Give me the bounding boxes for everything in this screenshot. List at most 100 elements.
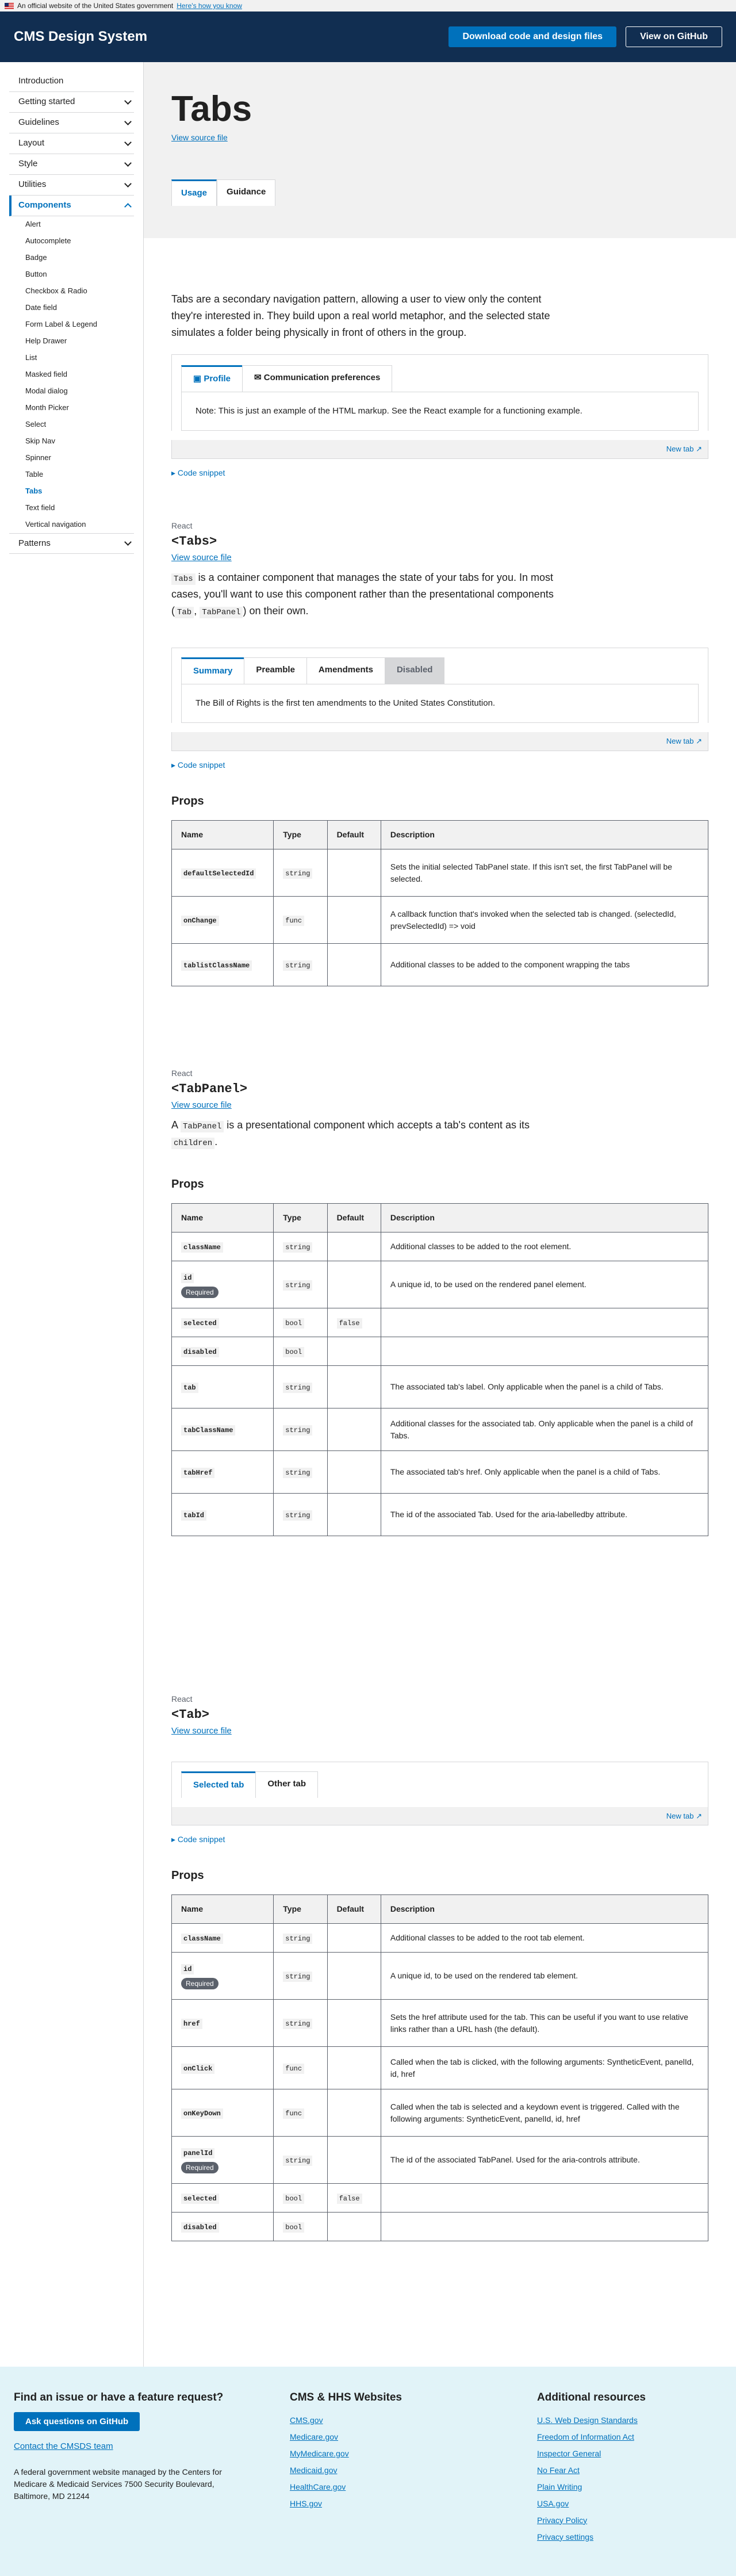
panel-props-table: Name Type Default Description className strin… bbox=[171, 1203, 709, 1536]
site-brand[interactable]: CMS Design System bbox=[14, 26, 147, 47]
prop-type: bool bbox=[283, 1347, 305, 1357]
prop-name: selected bbox=[181, 1318, 219, 1329]
footer-link[interactable]: Medicare.gov bbox=[290, 2429, 503, 2445]
sidebar-item-autocomplete[interactable]: Autocomplete bbox=[9, 233, 134, 250]
prop-type-cell: string bbox=[273, 2136, 328, 2184]
tab-other[interactable]: Other tab bbox=[255, 1771, 319, 1798]
prop-name-cell: id Required bbox=[171, 1952, 274, 2000]
view-source-link[interactable]: View source file bbox=[171, 133, 228, 142]
sidebar-item-table[interactable]: Table bbox=[9, 466, 134, 483]
table-row: onClick func Called when the tab is clicke… bbox=[171, 2046, 709, 2089]
sidebar-item-badge[interactable]: Badge bbox=[9, 250, 134, 266]
props-heading: Props bbox=[171, 795, 204, 807]
tab-preamble[interactable]: Preamble bbox=[244, 657, 307, 684]
nav-utilities[interactable]: Utilities bbox=[9, 175, 134, 196]
view-source-link[interactable]: View source file bbox=[171, 1726, 232, 1736]
sidebar-item-modal-dialog[interactable]: Modal dialog bbox=[9, 383, 134, 400]
view-source-link[interactable]: View source file bbox=[171, 1100, 232, 1110]
tab-usage[interactable]: Usage bbox=[171, 179, 217, 206]
new-tab-link[interactable]: New tab ↗ bbox=[171, 732, 708, 751]
column-header: Name bbox=[171, 1203, 274, 1233]
footer-link[interactable]: No Fear Act bbox=[537, 2462, 646, 2479]
prop-type: func bbox=[283, 2108, 305, 2119]
prop-default-cell bbox=[327, 1450, 381, 1494]
table-row: disabled bool bbox=[171, 2212, 709, 2241]
new-tab-label: New tab bbox=[666, 1811, 694, 1820]
nav-patterns[interactable]: Patterns bbox=[9, 533, 134, 554]
footer-link[interactable]: CMS.gov bbox=[290, 2412, 503, 2429]
nav-introduction[interactable]: Introduction bbox=[9, 71, 134, 92]
banner-link[interactable]: Here's how you know bbox=[177, 1, 242, 11]
sidebar-item-checkbox-radio[interactable]: Checkbox & Radio bbox=[9, 283, 134, 300]
column-header: Type bbox=[273, 820, 328, 849]
example-profile: ▣ Profile ✉ Communication preferences No… bbox=[171, 354, 708, 479]
view-source-link[interactable]: View source file bbox=[171, 553, 232, 562]
prop-type: string bbox=[283, 868, 313, 879]
nav-layout[interactable]: Layout bbox=[9, 133, 134, 154]
prop-description: Called when the tab is clicked, with the… bbox=[380, 2046, 709, 2089]
sidebar-item-text-field[interactable]: Text field bbox=[9, 500, 134, 516]
tab-selected[interactable]: Selected tab bbox=[181, 1771, 256, 1798]
prop-description bbox=[380, 1308, 709, 1337]
tab-profile[interactable]: ▣ Profile bbox=[181, 365, 243, 392]
download-button[interactable]: Download code and design files bbox=[448, 26, 617, 47]
new-tab-label: New tab bbox=[666, 445, 694, 453]
footer-link[interactable]: Inspector General bbox=[537, 2445, 646, 2462]
tab-guidance[interactable]: Guidance bbox=[217, 179, 276, 206]
nav-style[interactable]: Style bbox=[9, 154, 134, 175]
prop-description: The id of the associated TabPanel. Used … bbox=[380, 2136, 709, 2184]
prop-default-cell bbox=[327, 1952, 381, 2000]
tab-summary[interactable]: Summary bbox=[181, 657, 245, 684]
nav-components[interactable]: Components bbox=[9, 196, 134, 216]
sidebar-item-alert[interactable]: Alert bbox=[9, 216, 134, 233]
footer-link[interactable]: HHS.gov bbox=[290, 2495, 503, 2512]
code-snippet-toggle[interactable]: ▸ Code snippet bbox=[171, 467, 708, 479]
sidebar-item-list[interactable]: List bbox=[9, 350, 134, 366]
sidebar-item-vertical-navigation[interactable]: Vertical navigation bbox=[9, 516, 134, 533]
code-snippet-toggle[interactable]: ▸ Code snippet bbox=[171, 1834, 708, 1846]
table-row: className string Additional classes to be … bbox=[171, 1232, 709, 1261]
footer-link[interactable]: MyMedicare.gov bbox=[290, 2445, 503, 2462]
sidebar-item-spinner[interactable]: Spinner bbox=[9, 450, 134, 466]
ask-github-button[interactable]: Ask questions on GitHub bbox=[14, 2412, 140, 2431]
tab-communication[interactable]: ✉ Communication preferences bbox=[242, 365, 393, 392]
nav-getting-started[interactable]: Getting started bbox=[9, 92, 134, 113]
sidebar-item-date-field[interactable]: Date field bbox=[9, 300, 134, 316]
github-button[interactable]: View on GitHub bbox=[626, 26, 722, 47]
code-snippet-toggle[interactable]: ▸ Code snippet bbox=[171, 759, 708, 771]
new-tab-link[interactable]: New tab ↗ bbox=[171, 440, 708, 459]
sidebar-item-form-label-legend[interactable]: Form Label & Legend bbox=[9, 316, 134, 333]
desc-text: . bbox=[214, 1135, 218, 1147]
footer-link[interactable]: Freedom of Information Act bbox=[537, 2429, 646, 2445]
sidebar-item-masked-field[interactable]: Masked field bbox=[9, 366, 134, 383]
sidebar-item-tabs[interactable]: Tabs bbox=[9, 483, 134, 500]
footer-link[interactable]: Privacy settings bbox=[537, 2529, 646, 2546]
prop-default-cell bbox=[327, 1337, 381, 1366]
new-tab-link[interactable]: New tab ↗ bbox=[171, 1806, 708, 1825]
footer-link[interactable]: Privacy Policy bbox=[537, 2512, 646, 2529]
footer-link[interactable]: Medicaid.gov bbox=[290, 2462, 503, 2479]
prop-default-cell bbox=[327, 2089, 381, 2137]
contact-link[interactable]: Contact the CMSDS team bbox=[14, 2438, 238, 2455]
nav-guidelines[interactable]: Guidelines bbox=[9, 113, 134, 133]
footer-link[interactable]: HealthCare.gov bbox=[290, 2479, 503, 2495]
tab-label: Communication preferences bbox=[263, 373, 381, 382]
prop-name-cell: tabHref bbox=[171, 1450, 274, 1494]
chevron-up-icon bbox=[124, 203, 132, 210]
snippet-label: Code snippet bbox=[177, 1835, 225, 1844]
prop-name-cell: disabled bbox=[171, 2212, 274, 2241]
prop-type-cell: bool bbox=[273, 1337, 328, 1366]
prop-type: string bbox=[283, 1280, 313, 1291]
footer-link[interactable]: USA.gov bbox=[537, 2495, 646, 2512]
sidebar-item-skip-nav[interactable]: Skip Nav bbox=[9, 433, 134, 450]
tab-panel: Note: This is just an example of the HTM… bbox=[181, 392, 699, 431]
sidebar-item-button[interactable]: Button bbox=[9, 266, 134, 283]
sidebar-item-select[interactable]: Select bbox=[9, 416, 134, 433]
table-row: defaultSelectedId string Sets the initial … bbox=[171, 849, 709, 897]
footer-link[interactable]: Plain Writing bbox=[537, 2479, 646, 2495]
sidebar-item-help-drawer[interactable]: Help Drawer bbox=[9, 333, 134, 350]
tab-amendments[interactable]: Amendments bbox=[306, 657, 385, 684]
sidebar-item-month-picker[interactable]: Month Picker bbox=[9, 400, 134, 416]
footer-link[interactable]: U.S. Web Design Standards bbox=[537, 2412, 646, 2429]
prop-description: A unique id, to be used on the rendered … bbox=[380, 1952, 709, 2000]
